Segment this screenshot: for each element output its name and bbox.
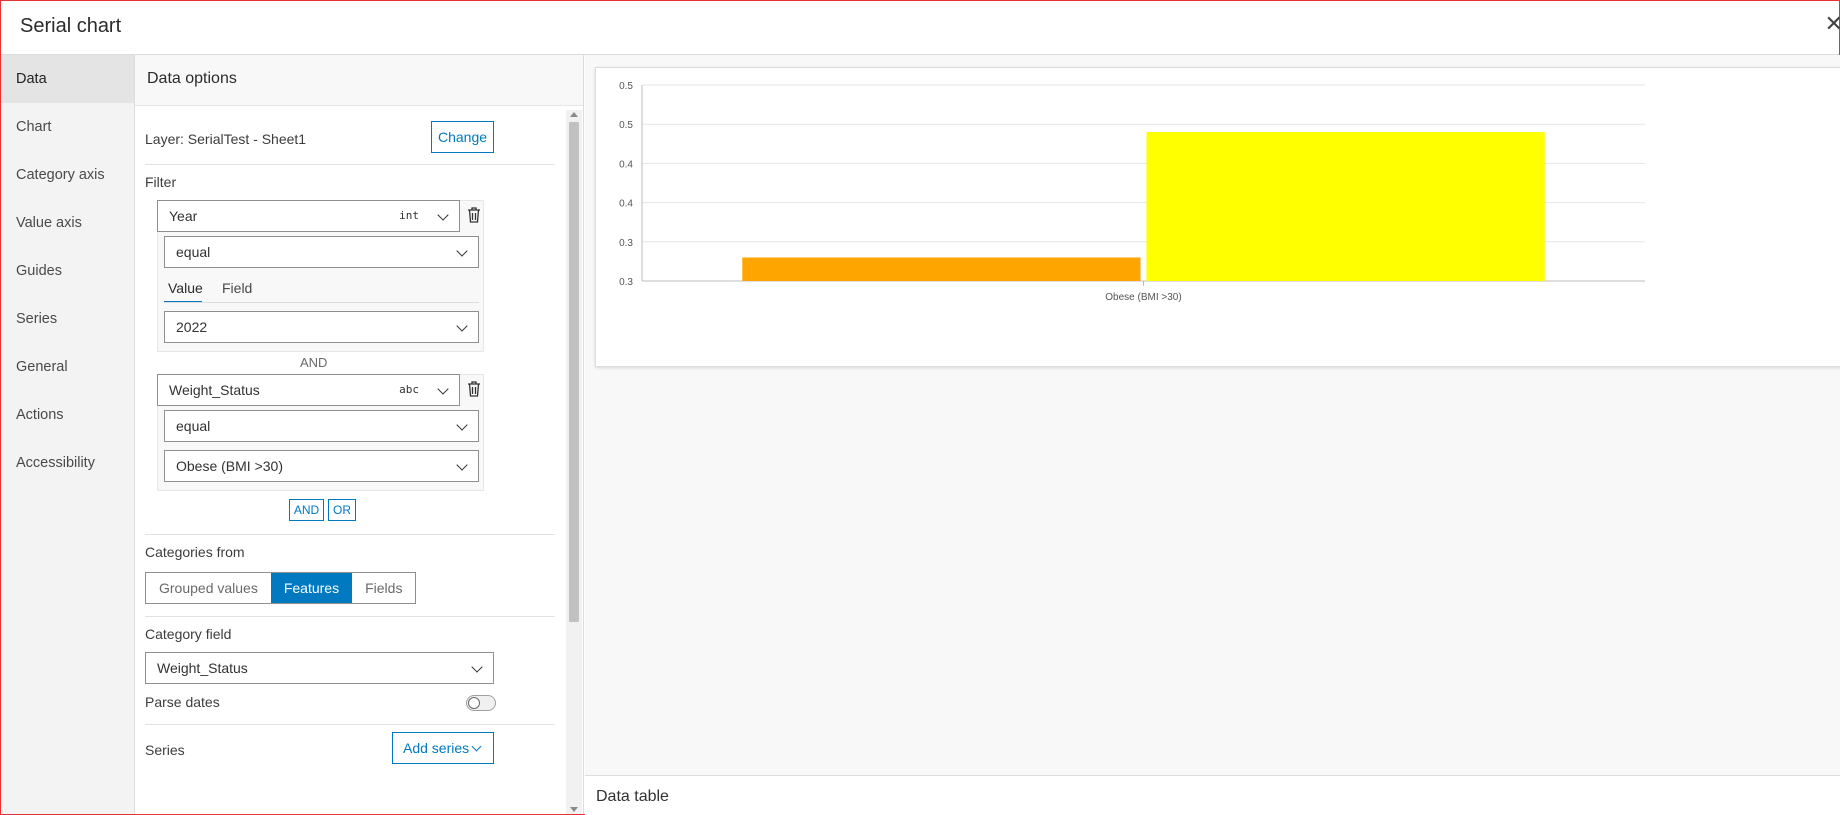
filter-clause-year: Year int equal Value Field 2022	[157, 200, 484, 352]
parse-dates-label: Parse dates	[145, 694, 220, 710]
panel-title: Data options	[135, 55, 583, 106]
nav-item-general[interactable]: General	[1, 343, 134, 391]
series-label: Series	[145, 742, 185, 758]
chart-preview-area: 0.3 0.3 0.4 0.4 0.5 0.5 Obese (BMI >30) Data t…	[585, 55, 1840, 815]
filter-field-select-weight-status[interactable]: Weight_Status abc	[157, 374, 460, 406]
category-field-select[interactable]: Weight_Status	[145, 652, 494, 684]
chevron-down-icon	[456, 419, 468, 431]
filter-value: Obese (BMI >30)	[176, 458, 283, 474]
operator-value: equal	[176, 244, 211, 260]
divider	[145, 164, 555, 165]
nav-item-data[interactable]: Data	[1, 55, 134, 103]
x-category-label: Obese (BMI >30)	[1105, 292, 1181, 303]
tab-divider	[164, 302, 479, 303]
panel-scrollbar[interactable]	[566, 110, 582, 814]
categories-from-segmented-control: Grouped values Features Fields	[145, 572, 417, 604]
serial-chart: 0.3 0.3 0.4 0.4 0.5 0.5 Obese (BMI >30)	[619, 81, 1645, 303]
settings-nav: Data Chart Category axis Value axis Guid…	[1, 55, 135, 814]
y-tick-label: 0.3	[619, 238, 633, 249]
change-layer-button[interactable]: Change	[431, 121, 494, 153]
category-field-label: Category field	[145, 626, 232, 642]
data-table-label: Data table	[596, 788, 669, 805]
bar-series-2	[1146, 132, 1545, 281]
toggle-knob	[468, 697, 480, 709]
scrollbar-thumb[interactable]	[569, 122, 579, 622]
parse-dates-toggle[interactable]	[466, 695, 496, 711]
y-tick-label: 0.4	[619, 199, 633, 210]
data-options-panel: Data options Layer: SerialTest - Sheet1 …	[135, 55, 584, 814]
filter-value-select[interactable]: 2022	[164, 311, 479, 343]
close-icon[interactable]: ✕	[1825, 11, 1840, 37]
add-series-label: Add series	[403, 740, 470, 756]
nav-item-value-axis[interactable]: Value axis	[1, 199, 134, 247]
nav-item-series[interactable]: Series	[1, 295, 134, 343]
operator-value: equal	[176, 418, 211, 434]
nav-item-chart[interactable]: Chart	[1, 103, 134, 151]
category-field-value: Weight_Status	[157, 660, 248, 676]
y-tick-label: 0.5	[619, 120, 633, 131]
nav-item-guides[interactable]: Guides	[1, 247, 134, 295]
field-type-tag: abc	[399, 383, 419, 396]
nav-item-accessibility[interactable]: Accessibility	[1, 439, 134, 487]
trash-icon[interactable]	[467, 381, 481, 397]
field-type-tag: int	[399, 209, 419, 222]
chevron-down-icon	[437, 209, 449, 221]
chevron-down-icon	[456, 245, 468, 257]
y-tick-label: 0.4	[619, 159, 633, 170]
filter-join-label: AND	[300, 355, 328, 370]
categories-from-label: Categories from	[145, 544, 245, 560]
scroll-down-icon[interactable]	[570, 807, 578, 812]
filter-field-value: Year	[169, 208, 198, 224]
filter-value-select[interactable]: Obese (BMI >30)	[164, 450, 479, 482]
filter-field-select-year[interactable]: Year int	[157, 200, 460, 232]
panel-body: Layer: SerialTest - Sheet1 Change Filter…	[135, 112, 565, 814]
filter-clause-weight-status: Weight_Status abc equal Obese (BMI >30)	[157, 374, 484, 491]
divider	[145, 616, 555, 617]
add-series-button[interactable]: Add series	[392, 732, 494, 764]
y-tick-label: 0.3	[619, 277, 633, 288]
filter-operator-select[interactable]: equal	[164, 410, 479, 442]
tab-value[interactable]: Value	[168, 280, 203, 296]
layer-label: Layer: SerialTest - Sheet1	[145, 131, 307, 147]
trash-icon[interactable]	[467, 207, 481, 223]
bar-series-1	[742, 257, 1141, 281]
divider	[145, 534, 555, 535]
filter-value: 2022	[176, 319, 208, 335]
filter-label: Filter	[145, 174, 177, 190]
nav-item-category-axis[interactable]: Category axis	[1, 151, 134, 199]
chevron-down-icon	[471, 661, 483, 673]
data-table-bar[interactable]: Data table	[585, 775, 1840, 815]
filter-field-value: Weight_Status	[169, 382, 260, 398]
y-tick-label: 0.5	[619, 81, 633, 92]
dialog-title: Serial chart	[20, 15, 122, 37]
chevron-down-icon	[471, 741, 482, 752]
scroll-up-icon[interactable]	[570, 112, 578, 117]
dialog-titlebar: Serial chart ✕	[1, 1, 1840, 55]
chart-card: 0.3 0.3 0.4 0.4 0.5 0.5 Obese (BMI >30)	[595, 67, 1840, 367]
nav-item-actions[interactable]: Actions	[1, 391, 134, 439]
chevron-down-icon	[437, 383, 449, 395]
segment-fields[interactable]: Fields	[352, 573, 415, 603]
segment-features[interactable]: Features	[270, 573, 353, 603]
chevron-down-icon	[456, 320, 468, 332]
tab-field[interactable]: Field	[222, 280, 252, 296]
add-and-clause-button[interactable]: AND	[289, 499, 324, 521]
divider	[145, 724, 555, 725]
segment-grouped-values[interactable]: Grouped values	[146, 573, 271, 603]
chevron-down-icon	[456, 459, 468, 471]
filter-operator-select[interactable]: equal	[164, 236, 479, 268]
add-or-clause-button[interactable]: OR	[328, 499, 356, 521]
